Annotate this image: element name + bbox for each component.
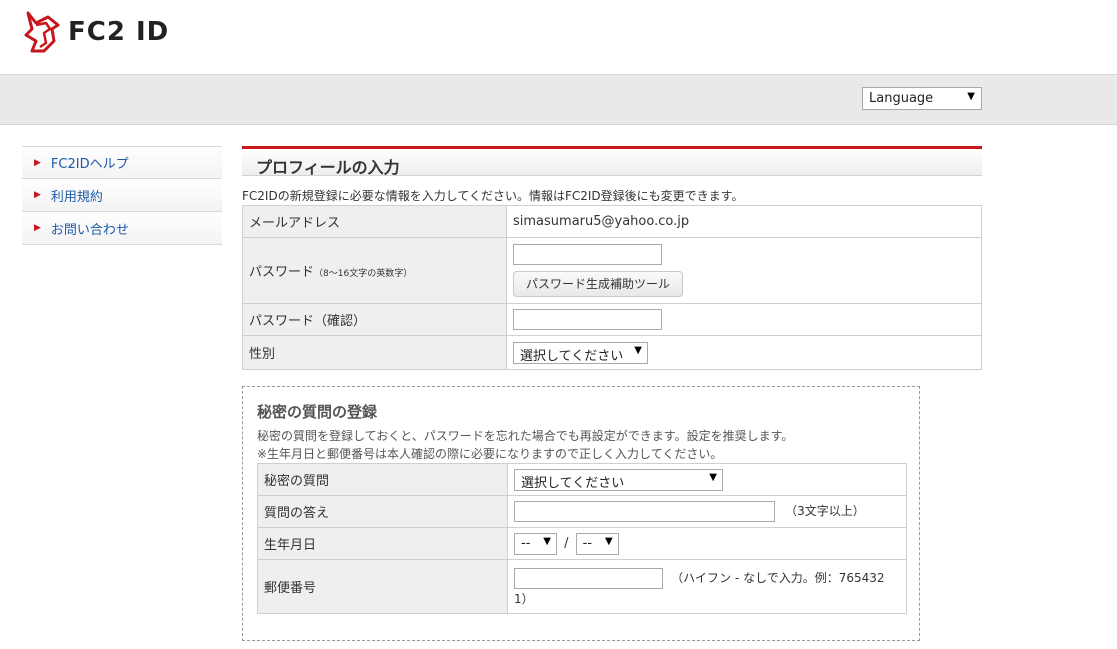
answer-label: 質問の答え [257,495,508,528]
secret-title: 秘密の質問の登録 [257,403,378,421]
zip-hint: （ハイフン - なしで入力。例：765432 [671,570,885,585]
zip-row: 郵便番号 （ハイフン - なしで入力。例：765432 1） [257,559,907,614]
birthdate-label: 生年月日 [257,527,508,560]
question-label: 秘密の質問 [257,463,508,496]
zip-label: 郵便番号 [257,559,508,614]
sidebar-item-label: 利用規約 [50,189,103,205]
password-label-cell: パスワード（8～16文字の英数字） [242,237,507,304]
password-cell: パスワード生成補助ツール [506,237,982,304]
answer-hint: （3文字以上） [785,504,865,518]
dropdown-arrow-icon: ▼ [543,535,551,547]
sidebar-item-contact[interactable]: ▶ お問い合わせ [22,212,222,245]
password-confirm-row: パスワード（確認） [242,303,982,336]
zip-hint-continued: 1） [514,591,534,606]
birth-month-select[interactable]: -- ▼ [514,532,557,555]
question-cell: 選択してください ▼ [507,463,907,496]
sidebar-item-terms[interactable]: ▶ 利用規約 [22,179,222,212]
password-input[interactable] [513,244,662,265]
gender-select-value: 選択してください [520,348,624,364]
answer-input[interactable] [514,501,775,522]
fc2-logo[interactable]: FC2 ID [22,10,169,54]
secret-question-value: 選択してください [521,475,625,491]
sidebar-item-help[interactable]: ▶ FC2IDヘルプ [22,146,222,179]
secret-note-line1: 秘密の質問を登録しておくと、パスワードを忘れた場合でも再設定ができます。設定を推… [257,429,794,443]
dropdown-arrow-icon: ▼ [709,471,717,483]
arrow-right-icon: ▶ [34,157,41,168]
birth-month-value: -- [521,535,531,551]
email-value: simasumaru5@yahoo.co.jp [506,205,982,238]
birthdate-row: 生年月日 -- ▼ / -- ▼ [257,527,907,560]
profile-form: メールアドレス simasumaru5@yahoo.co.jp パスワード（8～… [242,205,982,370]
zip-input[interactable] [514,567,663,589]
dropdown-arrow-icon: ▼ [604,535,613,547]
password-label: パスワード [249,265,315,280]
password-confirm-cell [506,303,982,336]
unicorn-logo-icon [24,11,60,53]
gender-cell: 選択してください ▼ [506,335,982,370]
question-row: 秘密の質問 選択してください ▼ [257,463,907,496]
language-select-label: Language [869,91,934,106]
dropdown-arrow-icon: ▼ [634,344,642,356]
secret-question-section: 秘密の質問の登録 秘密の質問を登録しておくと、パスワードを忘れた場合でも再設定が… [242,386,920,641]
sidebar-item-label: お問い合わせ [50,222,129,238]
brand-name: FC2 ID [68,17,170,47]
page-title: プロフィールの入力 [242,146,982,177]
dropdown-arrow-icon: ▼ [967,91,975,102]
password-confirm-label: パスワード（確認） [242,303,507,336]
secret-note-line2: ※生年月日と郵便番号は本人確認の際に必要になりますので正しく入力してください。 [257,447,723,461]
password-row: パスワード（8～16文字の英数字） パスワード生成補助ツール [242,237,982,304]
gender-select[interactable]: 選択してください ▼ [513,341,648,364]
email-label: メールアドレス [242,205,507,238]
gender-label: 性別 [242,335,507,370]
arrow-right-icon: ▶ [34,223,41,233]
password-generator-button[interactable]: パスワード生成補助ツール [513,271,684,297]
answer-cell: （3文字以上） [507,495,907,528]
sidebar-item-label: FC2IDヘルプ [50,157,129,172]
zip-cell: （ハイフン - なしで入力。例：765432 1） [507,559,907,614]
intro-text: FC2IDの新規登録に必要な情報を入力してください。情報はFC2ID登録後にも変… [242,189,744,203]
birth-day-select[interactable]: -- ▼ [575,532,619,555]
email-row: メールアドレス simasumaru5@yahoo.co.jp [242,205,982,238]
gender-row: 性別 選択してください ▼ [242,335,982,370]
arrow-right-icon: ▶ [34,190,41,200]
answer-row: 質問の答え （3文字以上） [257,495,907,528]
birth-day-value: -- [582,535,593,551]
header: FC2 ID [0,0,1117,74]
secret-form: 秘密の質問 選択してください ▼ 質問の答え （3文字以上） 生年月日 -- ▼ [257,463,907,614]
secret-note: 秘密の質問を登録しておくと、パスワードを忘れた場合でも再設定ができます。設定を推… [257,427,793,463]
language-select[interactable]: Language ▼ [862,87,982,110]
secret-question-select[interactable]: 選択してください ▼ [514,468,723,491]
profile-section: プロフィールの入力 FC2IDの新規登録に必要な情報を入力してください。情報はF… [242,146,982,370]
password-confirm-input[interactable] [513,309,662,330]
sidebar: ▶ FC2IDヘルプ ▶ 利用規約 ▶ お問い合わせ [22,146,222,245]
birthdate-separator: / [564,536,569,551]
password-note: （8～16文字の英数字） [314,269,413,279]
birthdate-cell: -- ▼ / -- ▼ [507,527,907,560]
